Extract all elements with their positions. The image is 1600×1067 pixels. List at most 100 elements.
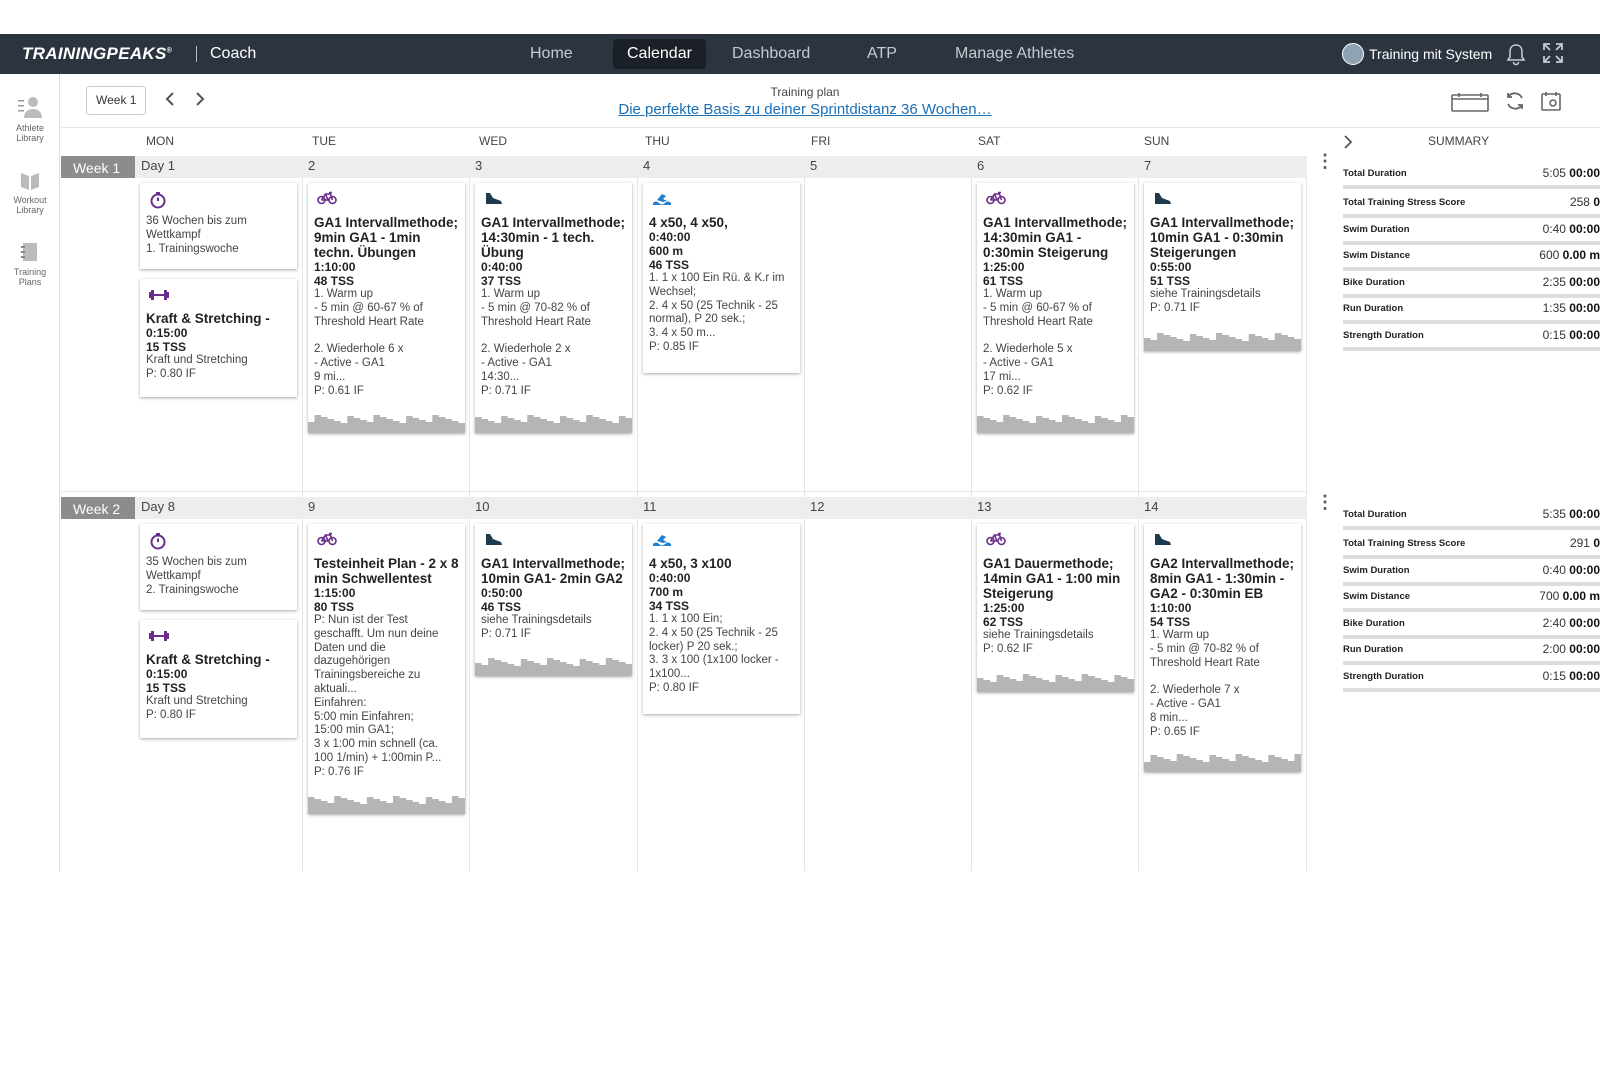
settings-icon[interactable] <box>1540 90 1562 117</box>
plan-label: Training plan <box>770 85 840 99</box>
bike-icon <box>313 189 460 215</box>
workout-graph <box>1144 754 1301 772</box>
shoe-icon <box>480 189 627 215</box>
workout-title: Kraft & Stretching - <box>146 652 270 667</box>
workout-description: 1. 1 x 100 Ein Rü. & K.r im Wechsel; 2. … <box>649 272 785 353</box>
stopwatch-icon <box>145 530 292 556</box>
workout-metric: 1:10:00 <box>1150 601 1192 615</box>
calendar-view-icon[interactable] <box>1451 92 1489 117</box>
fullscreen-icon[interactable] <box>1542 42 1566 66</box>
workout-card[interactable]: GA1 Intervallmethode; 14:30min GA1 - 0:3… <box>977 183 1134 433</box>
workout-card[interactable]: GA1 Intervallmethode; 10min GA1- 2min GA… <box>475 524 632 676</box>
summary-label: Bike Duration <box>1343 277 1405 288</box>
summary-value-completed: 00:00 <box>1569 275 1600 289</box>
summary-row: Swim Distance 700 0.00 m <box>1343 585 1600 612</box>
workout-card[interactable]: GA1 Dauermethode; 14min GA1 - 1:00 min S… <box>977 524 1134 692</box>
day-number: 9 <box>308 499 316 514</box>
week-label[interactable]: Week 2 <box>61 497 135 519</box>
day-header-wed: WED <box>479 134 507 148</box>
summary-row: Strength Duration 0:15 00:00 <box>1343 665 1600 692</box>
trainingpeaks-logo[interactable]: TRAININGPEAKS® <box>22 44 172 64</box>
sidebar-item-training-plans[interactable]: Training Plans <box>4 240 56 287</box>
workout-metric: 37 TSS <box>481 274 522 288</box>
summary-label: Total Duration <box>1343 168 1407 179</box>
nav-dashboard[interactable]: Dashboard <box>718 39 824 69</box>
day-header-fri: FRI <box>811 134 831 148</box>
summary-value: 2:00 00:00 <box>1543 642 1600 656</box>
plan-icon <box>21 243 37 261</box>
summary-value-completed: 00:00 <box>1569 507 1600 521</box>
summary-row: Run Duration 1:35 00:00 <box>1343 297 1600 324</box>
workout-metric: 1:15:00 <box>314 586 356 600</box>
summary-label: Swim Distance <box>1343 250 1411 261</box>
bell-icon[interactable] <box>1505 42 1529 66</box>
workout-description: 1. 1 x 100 Ein; 2. 4 x 50 (25 Technik - … <box>649 613 779 694</box>
workout-card[interactable]: Kraft & Stretching -0:15:00 15 TSS Kraft u… <box>140 279 297 397</box>
sidebar-item-athlete-library[interactable]: Athlete Library <box>4 94 56 143</box>
summary-value-completed: 00:00 <box>1569 642 1600 656</box>
workout-card[interactable]: GA2 Intervallmethode; 8min GA1 - 1:30min… <box>1144 524 1301 772</box>
day-number: 5 <box>810 158 818 173</box>
user-menu[interactable]: Training mit System <box>1342 43 1492 65</box>
stopwatch-icon <box>145 189 292 215</box>
week-menu-icon[interactable]: ⋮ <box>1316 152 1334 170</box>
bike-icon <box>313 530 460 556</box>
refresh-icon[interactable] <box>1504 90 1526 117</box>
workout-card[interactable]: GA1 Intervallmethode; 9min GA1 - 1min te… <box>308 183 465 433</box>
workout-metric: 15 TSS <box>146 340 187 354</box>
summary-progress-bar <box>1343 347 1600 351</box>
workout-metric: 34 TSS <box>649 599 690 613</box>
workout-card[interactable]: 35 Wochen bis zum Wettkampf 2. Trainings… <box>140 524 297 610</box>
nav-atp[interactable]: ATP <box>853 39 911 69</box>
sidebar-item-workout-library[interactable]: Workout Library <box>4 168 56 215</box>
day-number: 10 <box>475 499 490 514</box>
workout-description: 1. Warm up - 5 min @ 60-67 % of Threshol… <box>983 288 1093 397</box>
workout-description: siehe Trainingsdetails P: 0.71 IF <box>1150 288 1261 314</box>
summary-value-planned: 700 <box>1539 589 1563 603</box>
dumbbell-icon <box>145 626 292 652</box>
plan-title-link[interactable]: Die perfekte Basis zu deiner Sprintdista… <box>61 101 1549 118</box>
athlete-icon <box>18 97 42 118</box>
summary-value-completed: 0 <box>1593 536 1600 550</box>
workout-graph <box>475 658 632 676</box>
nav-manage-athletes[interactable]: Manage Athletes <box>941 39 1088 69</box>
nav-calendar[interactable]: Calendar <box>613 39 706 69</box>
workout-graph-area <box>977 415 1134 433</box>
day-header-sat: SAT <box>978 134 1001 148</box>
workout-description: 1. Warm up - 5 min @ 70-82 % of Threshol… <box>1150 629 1260 738</box>
week-label[interactable]: Week 1 <box>61 156 135 178</box>
workout-card[interactable]: GA1 Intervallmethode; 14:30min - 1 tech.… <box>475 183 632 433</box>
workout-metric: 700 m <box>649 585 684 599</box>
nav-home[interactable]: Home <box>516 39 587 69</box>
workout-description: 1. Warm up - 5 min @ 60-67 % of Threshol… <box>314 288 424 397</box>
chevron-right-icon[interactable] <box>1342 134 1354 155</box>
week-menu-icon[interactable]: ⋮ <box>1316 493 1334 511</box>
summary-value-completed: 00:00 <box>1569 301 1600 315</box>
workout-metric: 0:40:00 <box>649 571 691 585</box>
summary-label: Swim Distance <box>1343 591 1411 602</box>
summary-label: Swim Duration <box>1343 224 1410 235</box>
day-number: 11 <box>643 499 657 514</box>
workout-card[interactable]: 4 x50, 3 x100 0:40:00 700 m 34 TSS 1. 1 x 10… <box>643 524 800 714</box>
workout-card[interactable]: 4 x50, 4 x50, 0:40:00 600 m 46 TSS 1. 1 x 10… <box>643 183 800 373</box>
workout-metric: 0:15:00 <box>146 326 188 340</box>
summary-value-planned: 600 <box>1539 248 1563 262</box>
summary-value-completed: 00:00 <box>1569 328 1600 342</box>
workout-card[interactable]: 36 Wochen bis zum Wettkampf 1. Trainings… <box>140 183 297 269</box>
workout-graph-area <box>475 658 632 676</box>
workout-title: GA1 Intervallmethode; 9min GA1 - 1min te… <box>314 215 459 260</box>
workout-card[interactable]: Kraft & Stretching -0:15:00 15 TSS Kraft u… <box>140 620 297 738</box>
workout-description: siehe Trainingsdetails P: 0.62 IF <box>983 629 1094 655</box>
workout-title: GA1 Intervallmethode; 14:30min GA1 - 0:3… <box>983 215 1128 260</box>
workout-metric: 54 TSS <box>1150 615 1191 629</box>
workout-title: 4 x50, 3 x100 <box>649 556 732 571</box>
day-number: 12 <box>810 499 825 514</box>
workout-card[interactable]: Testeinheit Plan - 2 x 8 min Schwellente… <box>308 524 465 814</box>
calendar-toolbar: Week 1 Training plan Die perfekte Basis … <box>61 74 1600 128</box>
workout-metric: 0:40:00 <box>481 260 523 274</box>
workout-card[interactable]: GA1 Intervallmethode; 10min GA1 - 0:30mi… <box>1144 183 1301 351</box>
workout-description: 1. Warm up - 5 min @ 70-82 % of Threshol… <box>481 288 591 397</box>
workout-metric: 48 TSS <box>314 274 355 288</box>
summary-row: Total Duration 5:05 00:00 <box>1343 162 1600 189</box>
day-header-thu: THU <box>645 134 670 148</box>
